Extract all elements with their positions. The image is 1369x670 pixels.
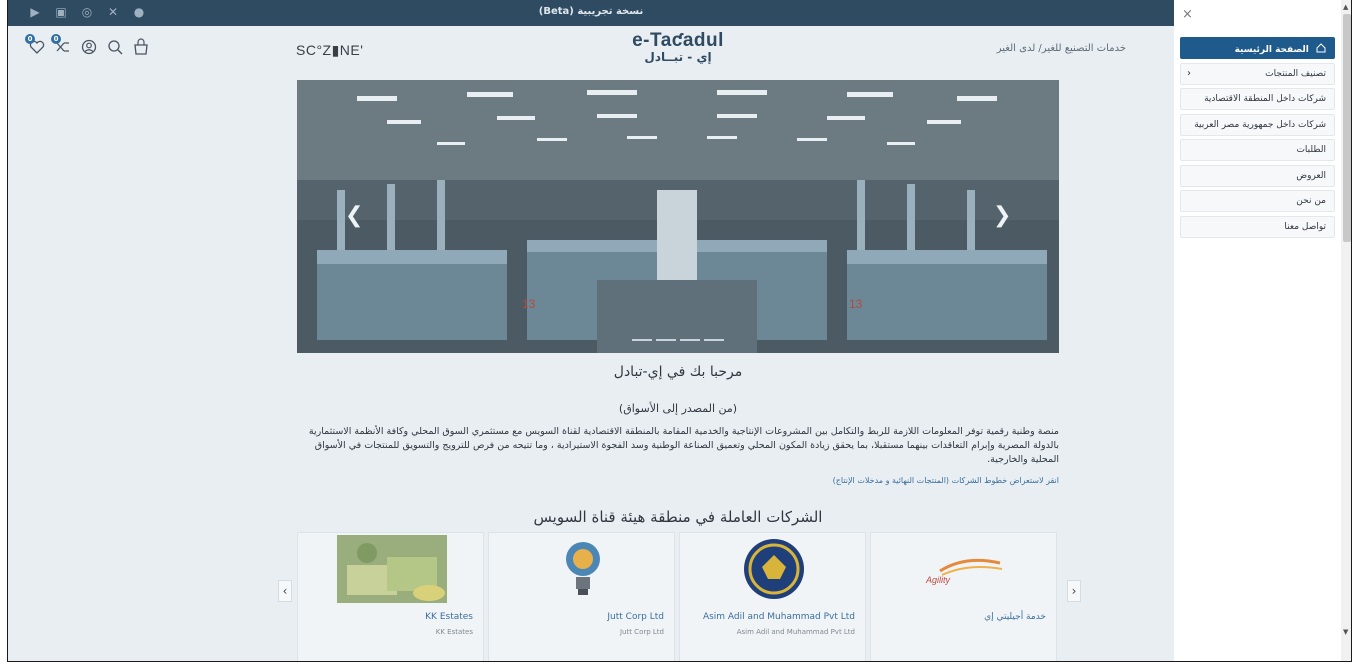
companies-next-button[interactable]: › (1067, 580, 1081, 602)
svg-text:13: 13 (849, 297, 863, 311)
menu-item-label: الطلبات (1296, 145, 1326, 155)
menu-item-requests[interactable]: الطلبات (1180, 139, 1335, 161)
compare-icon[interactable]: 0 (51, 34, 72, 56)
welcome-heading: مرحبا بك في إي-تبادل (613, 364, 743, 380)
home-icon (1316, 43, 1326, 53)
menu-item-label: تصنيف المنتجات (1265, 68, 1326, 79)
account-icon[interactable] (80, 38, 98, 56)
logo-text-ar: إي - تبــادل (644, 50, 712, 64)
companies-prev-button[interactable]: ‹ (278, 580, 292, 602)
svg-text:Agility: Agility (925, 575, 951, 585)
companies-carousel: KK Estates KK Estates Jutt Corp Ltd Jutt… (297, 532, 1059, 661)
browser-frame: ▶ ▣ ◎ ✕ ● نسخة تجريبية (Beta) 0 0 SC°Z▮N… (7, 0, 1352, 662)
header-icons: 0 0 (25, 34, 150, 56)
scrollbar[interactable]: ▲ ▼ (1341, 0, 1351, 661)
carousel-indicators (297, 339, 1059, 341)
beta-label: نسخة تجريبية (Beta) (538, 6, 644, 17)
company-name[interactable]: Jutt Corp Ltd (607, 612, 664, 622)
menu-item-label: شركات داخل جمهورية مصر العربية (1194, 119, 1326, 130)
menu-item-label: من نحن (1296, 196, 1326, 206)
factory-image: 13 13 (297, 80, 1059, 353)
scroll-up-icon[interactable]: ▲ (1343, 3, 1348, 11)
company-image (680, 533, 867, 605)
company-image (489, 533, 676, 605)
svg-text:13: 13 (522, 297, 536, 311)
company-image (298, 533, 485, 605)
menu-item-offers[interactable]: العروض (1180, 164, 1335, 187)
close-icon[interactable]: × (1182, 7, 1193, 22)
company-subtitle: KK Estates (435, 628, 473, 636)
companies-lines-link[interactable]: انقر لاستعراض خطوط الشركات (المنتجات الن… (297, 476, 1059, 485)
hero-carousel: 13 13 ❮ ❯ (297, 80, 1059, 353)
scrollbar-thumb[interactable] (1343, 14, 1351, 242)
menu-item-home[interactable]: الصفحة الرئيسية (1180, 37, 1335, 59)
company-image: Agility (871, 533, 1058, 605)
menu-item-label: شركات داخل المنطقة الاقتصادية (1204, 94, 1326, 104)
carousel-next-button[interactable]: ❯ (993, 205, 1011, 227)
scroll-down-icon[interactable]: ▼ (1343, 628, 1348, 636)
menu-item-product-categories[interactable]: تصنيف المنتجات ‹ (1180, 62, 1335, 85)
main-site: ▶ ▣ ◎ ✕ ● نسخة تجريبية (Beta) 0 0 SC°Z▮N… (8, 0, 1174, 661)
company-card[interactable]: Asim Adil and Muhammad Pvt Ltd Asim Adil… (679, 532, 867, 661)
site-header: 0 0 SC°Z▮NE' e-Taƈadul إي - تبــادل خدما… (8, 26, 1174, 78)
etabadul-logo[interactable]: e-Taƈadul إي - تبــادل (618, 30, 738, 74)
menu-item-about[interactable]: من نحن (1180, 190, 1335, 212)
carousel-prev-button[interactable]: ❮ (345, 205, 363, 227)
company-name[interactable]: KK Estates (425, 612, 473, 622)
menu-item-label: تواصل معنا (1284, 221, 1326, 232)
cart-icon[interactable] (132, 38, 150, 56)
search-icon[interactable] (106, 38, 124, 56)
top-bar: ▶ ▣ ◎ ✕ ● نسخة تجريبية (Beta) (8, 0, 1174, 26)
menu-item-contact[interactable]: تواصل معنا (1180, 215, 1335, 238)
menu-item-label: الصفحة الرئيسية (1234, 45, 1309, 55)
company-card[interactable]: Agility خدمة أجيليتي إي (870, 532, 1058, 661)
carousel-indicator[interactable] (656, 339, 676, 341)
company-card[interactable]: KK Estates KK Estates (297, 532, 485, 661)
menu-item-egypt-companies[interactable]: شركات داخل جمهورية مصر العربية (1180, 113, 1335, 136)
wishlist-icon[interactable]: 0 (25, 34, 46, 56)
chevron-left-icon[interactable]: ‹ (1187, 68, 1191, 79)
menu-item-label: العروض (1296, 170, 1326, 181)
carousel-indicator[interactable] (632, 339, 652, 341)
tagline: (من المصدر إلى الأسواق) (618, 402, 738, 415)
companies-section-title: الشركات العاملة في منطقة هيئة قناة السوي… (533, 508, 823, 526)
carousel-indicator[interactable] (704, 339, 724, 341)
wishlist-badge: 0 (25, 34, 35, 44)
company-card[interactable]: Jutt Corp Ltd Jutt Corp Ltd (488, 532, 676, 661)
manufacturing-services-link[interactable]: خدمات التصنيع للغير/ لدى الغير (997, 43, 1126, 54)
company-name[interactable]: Asim Adil and Muhammad Pvt Ltd (703, 612, 855, 622)
carousel-indicator[interactable] (680, 339, 700, 341)
drawer-menu: الصفحة الرئيسية تصنيف المنتجات ‹ شركات د… (1180, 37, 1335, 241)
description: منصة وطنية رقمية توفر المعلومات اللازمة … (308, 426, 1059, 465)
compare-badge: 0 (51, 34, 61, 44)
side-drawer: × الصفحة الرئيسية تصنيف المنتجات ‹ شركات… (1174, 0, 1341, 661)
company-subtitle: Jutt Corp Ltd (619, 628, 664, 636)
menu-item-economic-zone-companies[interactable]: شركات داخل المنطقة الاقتصادية (1180, 88, 1335, 110)
company-name[interactable]: خدمة أجيليتي إي (984, 612, 1046, 622)
logo-text-en: e-Taƈadul (632, 30, 724, 51)
company-subtitle: Asim Adil and Muhammad Pvt Ltd (736, 628, 855, 636)
sczone-logo[interactable]: SC°Z▮NE' (296, 42, 363, 59)
